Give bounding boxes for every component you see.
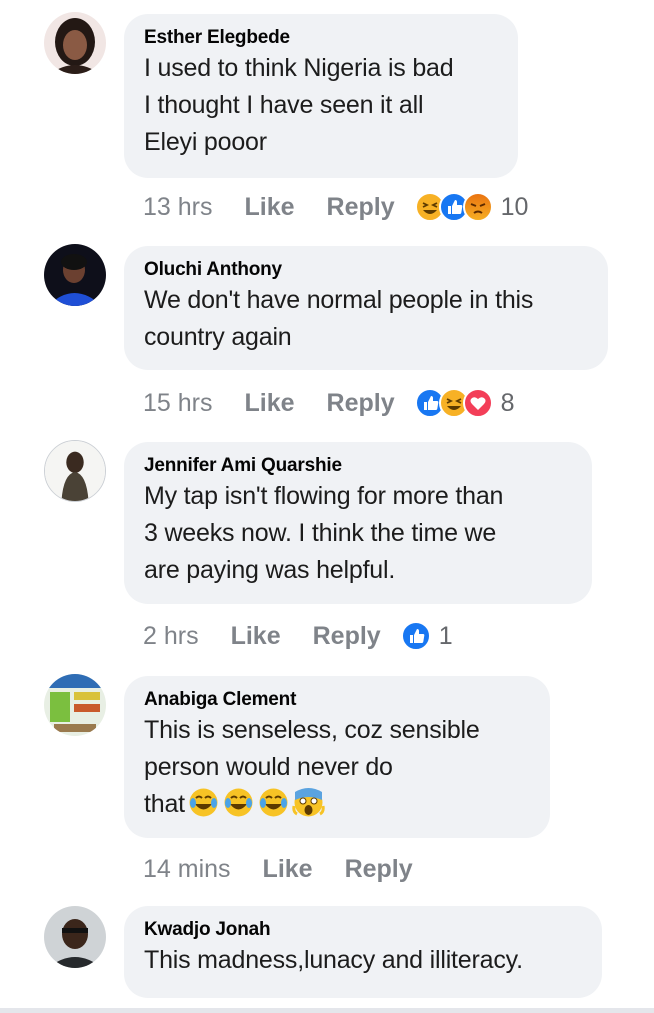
comment-author[interactable]: Anabiga Clement [144, 688, 532, 712]
comment-bubble: Esther Elegbede I used to think Nigeria … [124, 14, 518, 178]
comment-author[interactable]: Jennifer Ami Quarshie [144, 454, 574, 478]
comment-text: This madness,lunacy and illiteracy. [144, 946, 523, 974]
angry-reaction-icon [462, 192, 493, 222]
avatar[interactable] [44, 906, 106, 968]
comment-actions: 13 hrs Like Reply 10 [143, 192, 528, 222]
love-reaction-icon [462, 388, 493, 418]
comment-author[interactable]: Oluchi Anthony [144, 258, 590, 282]
comment-bubble: Oluchi Anthony We don't have normal peop… [124, 246, 608, 370]
comment-time[interactable]: 14 mins [143, 855, 231, 884]
comment-bubble: Anabiga Clement This is senseless, coz s… [124, 676, 550, 838]
profile-photo-icon [44, 244, 106, 306]
comment-author[interactable]: Kwadjo Jonah [144, 918, 584, 942]
reply-button[interactable]: Reply [345, 855, 413, 884]
comment-bubble: Jennifer Ami Quarshie My tap isn't flowi… [124, 442, 592, 604]
comment-text: I used to think Nigeria is bad I thought… [144, 54, 454, 156]
reaction-summary[interactable] [414, 388, 493, 418]
profile-photo-icon [44, 674, 106, 736]
comment-actions: 14 mins Like Reply [143, 854, 433, 884]
reaction-count[interactable]: 8 [501, 389, 515, 418]
comment-actions: 15 hrs Like Reply 8 [143, 388, 515, 418]
reaction-count[interactable]: 10 [501, 193, 529, 222]
reply-button[interactable]: Reply [327, 389, 395, 418]
screaming-face-emoji-icon [292, 786, 325, 819]
like-button[interactable]: Like [231, 622, 281, 651]
profile-photo-icon [44, 12, 106, 74]
comment-author[interactable]: Esther Elegbede [144, 26, 500, 50]
comment-time[interactable]: 13 hrs [143, 193, 212, 222]
comment-actions: 2 hrs Like Reply 1 [143, 621, 453, 651]
like-button[interactable]: Like [244, 193, 294, 222]
profile-photo-icon [45, 441, 105, 501]
page-bottom-divider [0, 1008, 654, 1013]
comment-time[interactable]: 15 hrs [143, 389, 212, 418]
avatar[interactable] [44, 12, 106, 74]
like-button[interactable]: Like [263, 855, 313, 884]
avatar[interactable] [44, 674, 106, 736]
comment-text: This is senseless, coz sensible person w… [144, 712, 532, 823]
tears-of-joy-emoji-icon [257, 786, 290, 819]
comment-text: We don't have normal people in this coun… [144, 286, 534, 351]
reply-button[interactable]: Reply [327, 193, 395, 222]
like-button[interactable]: Like [244, 389, 294, 418]
tears-of-joy-emoji-icon [222, 786, 255, 819]
comment-text: My tap isn't flowing for more than 3 wee… [144, 482, 504, 584]
comment-bubble: Kwadjo Jonah This madness,lunacy and ill… [124, 906, 602, 998]
profile-photo-icon [44, 906, 106, 968]
reaction-count[interactable]: 1 [439, 622, 453, 651]
comment-time[interactable]: 2 hrs [143, 622, 199, 651]
avatar[interactable] [44, 244, 106, 306]
reaction-summary[interactable] [414, 192, 493, 222]
reply-button[interactable]: Reply [313, 622, 381, 651]
tears-of-joy-emoji-icon [187, 786, 220, 819]
reaction-summary[interactable] [400, 621, 431, 651]
like-reaction-icon [400, 621, 431, 651]
avatar[interactable] [44, 440, 106, 502]
